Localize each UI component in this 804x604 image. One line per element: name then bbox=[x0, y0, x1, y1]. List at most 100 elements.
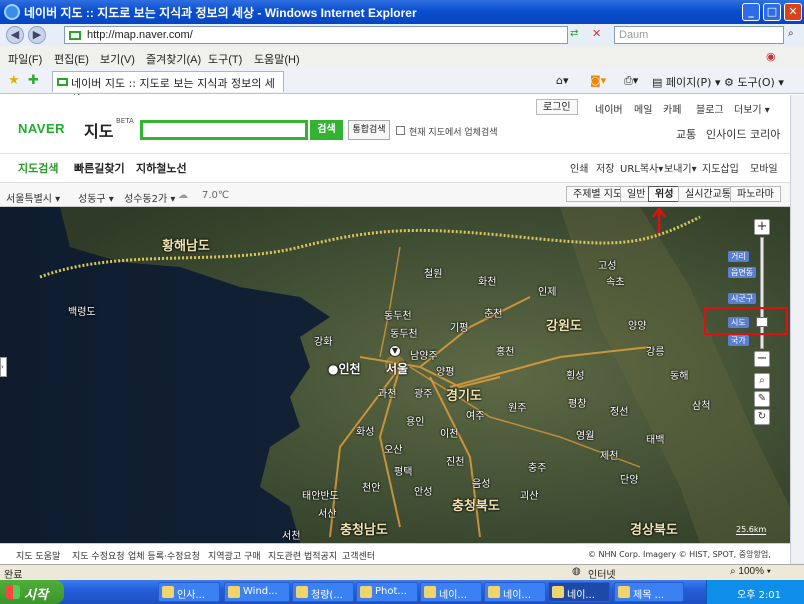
address-bar[interactable]: http://map.naver.com/ bbox=[64, 26, 568, 44]
map-type-satellite[interactable]: 위성 bbox=[648, 186, 681, 202]
taskbar-item[interactable]: 인사... bbox=[158, 582, 220, 602]
rotate-icon[interactable]: ↻ bbox=[754, 409, 770, 425]
browser-tab[interactable]: 네이버 지도 :: 지도로 보는 지식과 정보의 세상 bbox=[52, 71, 284, 106]
place-label: 철원 bbox=[424, 269, 443, 280]
app-icon bbox=[618, 586, 630, 598]
link-traffic[interactable]: 교통 bbox=[676, 126, 696, 142]
magnifier-icon[interactable]: ⌕ bbox=[754, 373, 770, 389]
minimize-button[interactable]: _ bbox=[742, 3, 760, 21]
home-icon[interactable]: ⌂▾ bbox=[556, 74, 569, 87]
ruler-icon[interactable]: ✎ bbox=[754, 391, 770, 407]
zoom-level[interactable]: ⌕ 100% ▾ bbox=[730, 566, 771, 577]
tools-menu[interactable]: ⚙ 도구(O) ▾ bbox=[724, 74, 784, 90]
menu-edit[interactable]: 편집(E) bbox=[54, 51, 89, 67]
link-more[interactable]: 더보기 ▾ bbox=[734, 101, 770, 116]
link-cafe[interactable]: 카페 bbox=[663, 101, 681, 116]
zoom-tag-dong[interactable]: 읍면동 bbox=[728, 267, 757, 278]
link-naver[interactable]: 네이버 bbox=[595, 101, 623, 116]
zoom-tag-street[interactable]: 거리 bbox=[728, 251, 749, 262]
rss-icon[interactable]: ◙▾ bbox=[590, 74, 606, 87]
menu-help[interactable]: 도움말(H) bbox=[254, 51, 300, 67]
menu-favorites[interactable]: 즐겨찾기(A) bbox=[146, 51, 201, 67]
vertical-scrollbar[interactable] bbox=[790, 95, 804, 565]
highlight-box bbox=[704, 307, 788, 335]
region-label: 경기도 bbox=[446, 389, 482, 404]
tool-print[interactable]: 인쇄 bbox=[570, 160, 588, 175]
search-go-icon[interactable]: ⌕ bbox=[788, 28, 794, 39]
favorites-star-icon[interactable]: ★ bbox=[8, 73, 20, 88]
print-icon[interactable]: ⎙▾ bbox=[624, 74, 638, 88]
start-button[interactable]: 시작 bbox=[0, 580, 64, 604]
footer-link[interactable]: 고객센터 bbox=[342, 549, 375, 562]
zoom-tag-country[interactable]: 국가 bbox=[728, 335, 749, 346]
stop-icon[interactable]: ✕ bbox=[592, 27, 601, 40]
place-label: 태안반도 bbox=[302, 491, 339, 502]
page-menu[interactable]: ▤ 페이지(P) ▾ bbox=[652, 74, 721, 90]
taskbar-item[interactable]: 네이... bbox=[420, 582, 482, 602]
naver-logo[interactable]: NAVER bbox=[18, 121, 65, 136]
taskbar-item[interactable]: Phot... bbox=[356, 582, 418, 602]
scale-bar: 25.6km bbox=[736, 525, 767, 535]
footer-link[interactable]: 지도관련 법적공지 bbox=[268, 549, 337, 562]
zoom-tag-sigungu[interactable]: 시군구 bbox=[728, 293, 757, 304]
maximize-button[interactable]: □ bbox=[763, 3, 781, 21]
loc-dong[interactable]: 성수동2가 ▾ bbox=[124, 190, 175, 205]
tab-map-search[interactable]: 지도검색 bbox=[18, 160, 58, 176]
taskbar-item[interactable]: 네이... bbox=[484, 582, 546, 602]
app-icon bbox=[296, 586, 308, 598]
footer-link[interactable]: 지역광고 구매 bbox=[208, 549, 261, 562]
loc-city[interactable]: 서울특별시 ▾ bbox=[6, 190, 60, 205]
zoom-out-button[interactable]: − bbox=[754, 351, 770, 367]
panel-toggle-icon[interactable]: › bbox=[0, 357, 7, 377]
tool-mobile[interactable]: 모바일 bbox=[750, 160, 778, 175]
taskbar-item-active[interactable]: 네이... bbox=[548, 582, 610, 602]
map-type-panorama[interactable]: 파노라마 bbox=[730, 186, 781, 202]
footer-link[interactable]: 업체 등록·수정요청 bbox=[128, 549, 200, 562]
menu-file[interactable]: 파일(F) bbox=[8, 51, 42, 67]
search-input[interactable]: Daum bbox=[614, 26, 784, 44]
link-mail[interactable]: 메일 bbox=[634, 101, 652, 116]
place-label: 기평 bbox=[450, 323, 469, 334]
taskbar-item[interactable]: 청량(... bbox=[292, 582, 354, 602]
map-search-input[interactable] bbox=[140, 120, 308, 140]
taskbar-item[interactable]: 제목 ... bbox=[614, 582, 684, 602]
place-label: 오산 bbox=[384, 445, 403, 456]
loc-district[interactable]: 성동구 ▾ bbox=[78, 190, 114, 205]
map-type-traffic[interactable]: 실시간교통 bbox=[678, 186, 738, 202]
zoom-in-button[interactable]: + bbox=[754, 219, 770, 235]
footer-link[interactable]: 지도 수정요청 bbox=[72, 549, 125, 562]
footer-link[interactable]: 지도 도움말 bbox=[16, 549, 60, 562]
place-label: 삼척 bbox=[692, 401, 711, 412]
divider bbox=[0, 153, 790, 154]
taskbar-item-label: Wind... bbox=[243, 586, 278, 597]
ie-icon bbox=[488, 586, 500, 598]
place-label: 서천 bbox=[282, 531, 301, 542]
area-search-checkbox[interactable] bbox=[396, 126, 405, 135]
forward-icon[interactable]: ▶ bbox=[28, 26, 46, 44]
taskbar-item[interactable]: Wind... bbox=[224, 582, 290, 602]
addon-icon[interactable]: ◉ bbox=[766, 50, 776, 63]
tool-send[interactable]: 보내기▾ bbox=[664, 160, 697, 175]
location-marker-icon[interactable]: ▼ bbox=[389, 345, 401, 357]
tab-directions[interactable]: 빠른길찾기 bbox=[74, 160, 125, 176]
tool-embed[interactable]: 지도삽입 bbox=[702, 160, 739, 175]
login-button[interactable]: 로그인 bbox=[536, 99, 578, 115]
add-favorite-icon[interactable]: ✚ bbox=[28, 73, 39, 88]
tab-subway[interactable]: 지하철노선 bbox=[136, 160, 187, 176]
link-blog[interactable]: 블로그 bbox=[696, 101, 724, 116]
close-button[interactable]: ✕ bbox=[784, 3, 802, 21]
back-icon[interactable]: ◀ bbox=[6, 26, 24, 44]
search-button[interactable]: 검색 bbox=[310, 120, 343, 140]
taskbar-item-label: 네이... bbox=[439, 590, 467, 601]
menu-tools[interactable]: 도구(T) bbox=[208, 51, 242, 67]
refresh-icon[interactable]: ⇄ bbox=[570, 28, 578, 39]
tool-save[interactable]: 저장 bbox=[596, 160, 614, 175]
tool-copy-url[interactable]: URL복사▾ bbox=[620, 160, 663, 175]
menu-view[interactable]: 보기(V) bbox=[100, 51, 135, 67]
link-inside-korea[interactable]: 인사이드 코리아 bbox=[706, 126, 780, 142]
taskbar-item-label: 네이... bbox=[567, 590, 595, 601]
satellite-map[interactable]: 황해남도 강원도 경기도 충청북도 충청남도 경상북도 ●인천 서울 ▼ 백령도… bbox=[0, 207, 790, 543]
page-footer: 지도 도움말 지도 수정요청 업체 등록·수정요청 지역광고 구매 지도관련 법… bbox=[0, 543, 790, 565]
place-label: 횡성 bbox=[566, 371, 585, 382]
integrated-search-button[interactable]: 통합검색 bbox=[348, 120, 390, 140]
